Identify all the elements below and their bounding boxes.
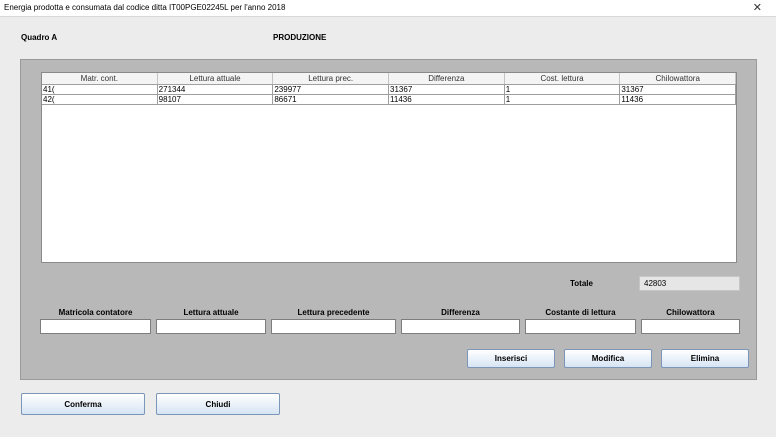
lettura-precedente-input[interactable] <box>271 319 396 334</box>
section-label: PRODUZIONE <box>273 33 327 42</box>
differenza-label: Differenza <box>441 308 480 317</box>
table-cell: 271344 <box>158 85 274 94</box>
table-cell: 11436 <box>620 95 736 104</box>
title-bar: Energia prodotta e consumata dal codice … <box>0 0 776 17</box>
table-cell: 31367 <box>620 85 736 94</box>
quadro-label: Quadro A <box>21 33 58 42</box>
table-cell: 42( <box>42 95 158 104</box>
totale-value: 42803 <box>639 276 740 291</box>
table-cell: 11436 <box>389 95 505 104</box>
table-cell: 86671 <box>273 95 390 104</box>
differenza-input[interactable] <box>401 319 520 334</box>
matricola-label: Matricola contatore <box>58 308 133 317</box>
table-header: Matr. cont. Lettura attuale Lettura prec… <box>42 73 736 85</box>
elimina-button[interactable]: Elimina <box>661 349 749 368</box>
column-header-lettura-prec[interactable]: Lettura prec. <box>273 73 390 84</box>
production-panel: Matr. cont. Lettura attuale Lettura prec… <box>20 59 757 380</box>
matricola-input[interactable] <box>40 319 151 334</box>
chilowattora-input[interactable] <box>641 319 740 334</box>
table-cell: 1 <box>505 95 621 104</box>
chilowattora-label: Chilowattora <box>666 308 715 317</box>
table-cell: 41( <box>42 85 158 94</box>
lettura-attuale-label: Lettura attuale <box>183 308 239 317</box>
table-row[interactable]: 42( 98107 86671 11436 1 11436 <box>42 95 736 105</box>
costante-label: Costante di lettura <box>545 308 616 317</box>
table-row[interactable]: 41( 271344 239977 31367 1 31367 <box>42 85 736 95</box>
readings-table[interactable]: Matr. cont. Lettura attuale Lettura prec… <box>41 72 737 263</box>
costante-input[interactable] <box>525 319 636 334</box>
column-header-differenza[interactable]: Differenza <box>389 73 505 84</box>
table-cell: 98107 <box>158 95 274 104</box>
totale-label: Totale <box>570 279 593 288</box>
lettura-attuale-input[interactable] <box>156 319 266 334</box>
table-cell: 31367 <box>389 85 505 94</box>
inserisci-button[interactable]: Inserisci <box>467 349 555 368</box>
column-header-cost-lettura[interactable]: Cost. lettura <box>505 73 621 84</box>
table-cell: 1 <box>505 85 621 94</box>
chiudi-button[interactable]: Chiudi <box>156 393 280 415</box>
close-icon[interactable]: ✕ <box>753 1 762 14</box>
conferma-button[interactable]: Conferma <box>21 393 145 415</box>
column-header-lettura-attuale[interactable]: Lettura attuale <box>158 73 274 84</box>
lettura-precedente-label: Lettura precedente <box>297 308 370 317</box>
window-title: Energia prodotta e consumata dal codice … <box>4 3 286 12</box>
column-header-matr[interactable]: Matr. cont. <box>42 73 158 84</box>
table-cell: 239977 <box>273 85 390 94</box>
modifica-button[interactable]: Modifica <box>564 349 652 368</box>
column-header-chilowattora[interactable]: Chilowattora <box>620 73 736 84</box>
